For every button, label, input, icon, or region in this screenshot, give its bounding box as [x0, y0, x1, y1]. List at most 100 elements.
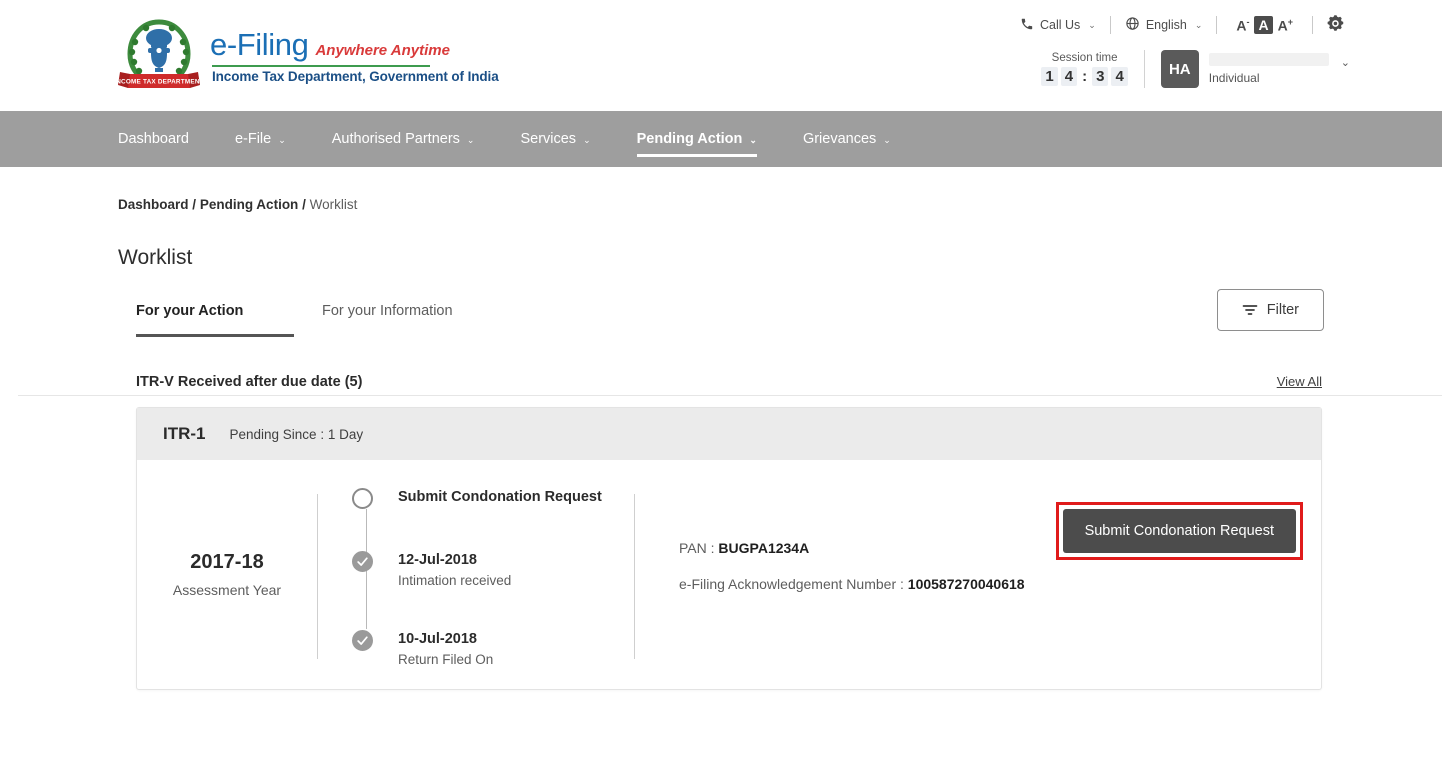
pan-value: BUGPA1234A	[718, 540, 810, 556]
brand-tagline: Anywhere Anytime	[315, 41, 450, 59]
page-title: Worklist	[118, 246, 193, 269]
section-title: ITR-V Received after due date (5)	[136, 374, 363, 390]
chevron-down-icon: ⌄	[583, 134, 591, 145]
breadcrumb-item-dashboard[interactable]: Dashboard	[118, 197, 189, 212]
worklist-section-header: ITR-V Received after due date (5) View A…	[136, 374, 1324, 390]
nav-label: Services	[520, 131, 577, 147]
card-pending-since: Pending Since : 1 Day	[229, 427, 364, 442]
india-national-emblem-icon: INCOME TAX DEPARTMENT	[118, 16, 200, 94]
nav-label: Grievances	[802, 131, 877, 147]
session-timer: Session time 1 4 : 3 4	[1041, 52, 1128, 86]
language-selector[interactable]: English ⌄	[1125, 16, 1203, 34]
nav-item-e-file[interactable]: e-File ⌄	[235, 111, 286, 167]
check-circle-icon	[352, 630, 373, 651]
breadcrumb-item-pending-action[interactable]: Pending Action	[200, 197, 299, 212]
font-size-decrease-button[interactable]: A-	[1231, 17, 1254, 34]
brand-title: e-Filing	[210, 26, 309, 62]
highlight-annotation: Submit Condonation Request	[1055, 502, 1303, 560]
main-content: Dashboard / Pending Action / Worklist Wo…	[0, 197, 1442, 690]
timeline-step: 12-Jul-2018 Intimation received	[352, 551, 634, 588]
call-us-label: Call Us	[1039, 18, 1081, 32]
view-all-link[interactable]: View All	[1277, 374, 1322, 389]
session-digit: 3	[1092, 67, 1109, 86]
language-label: English	[1145, 18, 1187, 32]
session-digit: 4	[1111, 67, 1128, 86]
nav-label: Dashboard	[118, 131, 189, 147]
chevron-down-icon: ⌄	[278, 134, 286, 145]
user-role-label: Individual	[1208, 71, 1260, 85]
nav-item-dashboard[interactable]: Dashboard	[118, 111, 189, 167]
nav-label: e-File	[234, 131, 272, 147]
session-digit: 1	[1041, 67, 1058, 86]
submit-condonation-request-button[interactable]: Submit Condonation Request	[1062, 509, 1296, 553]
breadcrumb-separator: /	[302, 197, 306, 212]
phone-icon	[1020, 17, 1034, 34]
card-body: 2017-18 Assessment Year Submit Condonati…	[137, 460, 1321, 689]
gear-icon[interactable]	[1327, 14, 1346, 36]
pan-label: PAN :	[679, 540, 715, 556]
chevron-down-icon: ⌄	[1088, 19, 1096, 30]
brand-divider	[212, 64, 430, 67]
timeline-step-title: Submit Condonation Request	[398, 489, 602, 505]
chevron-down-icon: ⌄	[466, 134, 475, 145]
tab-for-your-information[interactable]: For your Information	[322, 303, 453, 337]
worklist-card: ITR-1 Pending Since : 1 Day 2017-18 Asse…	[136, 407, 1322, 690]
brand-text: e-Filing Anywhere Anytime Income Tax Dep…	[210, 27, 499, 84]
chevron-down-icon: ⌄	[749, 134, 757, 145]
session-colon: :	[1082, 68, 1088, 85]
font-decrease-label: A	[1236, 17, 1247, 34]
font-increase-sup: +	[1287, 16, 1293, 27]
breadcrumb-item-worklist: Worklist	[309, 197, 358, 212]
empty-circle-icon	[352, 488, 373, 509]
session-and-user-area: Session time 1 4 : 3 4 HA Individual ⌄	[1041, 50, 1350, 88]
header-utility-row: Call Us ⌄ English ⌄ A- A A+	[1020, 14, 1346, 36]
session-time-value: 1 4 : 3 4	[1041, 67, 1128, 86]
timeline-step-title: 10-Jul-2018	[398, 631, 477, 647]
session-time-label: Session time	[1051, 52, 1118, 64]
filter-button[interactable]: Filter	[1216, 289, 1324, 331]
globe-icon	[1125, 16, 1140, 34]
check-circle-icon	[352, 551, 373, 572]
timeline-step-title: 12-Jul-2018	[398, 552, 477, 568]
filter-icon	[1242, 303, 1258, 317]
nav-item-pending-action[interactable]: Pending Action ⌄	[636, 111, 758, 167]
status-timeline: Submit Condonation Request 12-Jul-2018 I…	[318, 488, 634, 667]
font-size-normal-button[interactable]: A	[1254, 16, 1273, 34]
avatar: HA	[1160, 50, 1199, 88]
nav-item-authorised-partners[interactable]: Authorised Partners ⌄	[332, 111, 475, 167]
nav-label: Authorised Partners	[331, 131, 460, 147]
chevron-down-icon: ⌄	[1194, 19, 1203, 30]
nav-item-grievances[interactable]: Grievances ⌄	[803, 111, 891, 167]
tabs-baseline	[18, 395, 1442, 396]
emblem-ribbon-text: INCOME TAX DEPARTMENT	[118, 79, 200, 86]
brand-subtitle: Income Tax Department, Government of Ind…	[212, 68, 499, 84]
assessment-year-block: 2017-18 Assessment Year	[137, 488, 317, 667]
divider	[1216, 16, 1218, 34]
font-size-increase-button[interactable]: A+	[1273, 17, 1298, 34]
card-form-type: ITR-1	[163, 424, 206, 443]
nav-item-services[interactable]: Services ⌄	[520, 111, 590, 167]
nav-label: Pending Action	[636, 131, 743, 147]
assessment-year-value: 2017-18	[190, 551, 264, 573]
page-header: INCOME TAX DEPARTMENT e-Filing Anywhere …	[0, 0, 1442, 111]
timeline-step-sub: Intimation received	[398, 573, 512, 588]
main-navigation: Dashboard e-File ⌄ Authorised Partners ⌄…	[0, 111, 1442, 167]
user-name-redacted	[1208, 53, 1329, 66]
chevron-down-icon: ⌄	[883, 134, 891, 145]
tab-for-your-action[interactable]: For your Action	[136, 303, 322, 337]
breadcrumb-separator: /	[192, 197, 197, 212]
user-profile-menu[interactable]: HA Individual ⌄	[1160, 50, 1350, 88]
brand-logo[interactable]: INCOME TAX DEPARTMENT e-Filing Anywhere …	[118, 16, 499, 94]
font-increase-label: A	[1277, 17, 1288, 34]
acknowledgement-detail: e-Filing Acknowledgement Number : 100587…	[679, 576, 1321, 592]
divider	[1143, 50, 1145, 88]
worklist-tabs: For your Action For your Information Fil…	[136, 289, 1324, 337]
assessment-year-label: Assessment Year	[172, 582, 282, 598]
card-header: ITR-1 Pending Since : 1 Day	[137, 408, 1321, 460]
divider	[1312, 16, 1313, 34]
divider	[1109, 16, 1111, 34]
breadcrumb: Dashboard / Pending Action / Worklist	[118, 197, 1324, 212]
timeline-step-sub: Return Filed On	[398, 652, 494, 667]
session-digit: 4	[1060, 67, 1078, 86]
call-us-menu[interactable]: Call Us ⌄	[1020, 17, 1096, 34]
